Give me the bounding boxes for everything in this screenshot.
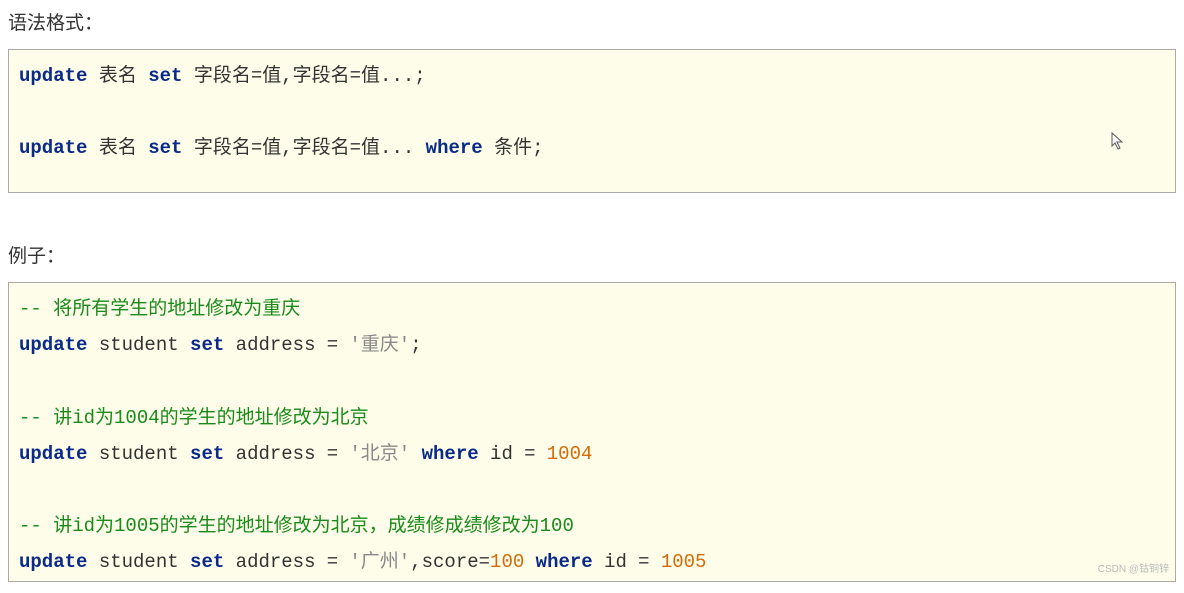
- text: address: [224, 551, 327, 573]
- text: ,score=: [410, 551, 490, 573]
- space: [524, 551, 535, 573]
- watermark: CSDN @钴铜锌: [1098, 560, 1169, 579]
- space: [410, 443, 421, 465]
- text: student: [87, 334, 190, 356]
- equals: =: [327, 334, 338, 355]
- comment-text: 的学生的地址修改为北京: [160, 407, 369, 429]
- text: 字段名=值,字段名=值...: [182, 137, 425, 159]
- text: 字段名=值,字段名=值...;: [182, 65, 425, 87]
- number: 1005: [661, 551, 707, 573]
- heading-example: 例子：: [8, 241, 1176, 268]
- keyword-update: update: [19, 443, 87, 465]
- comment: -- 讲id为1005的学生的地址修改为北京，成绩修成绩修改为100: [19, 515, 574, 537]
- space: [535, 443, 546, 465]
- text: address: [224, 334, 327, 356]
- keyword-update: update: [19, 334, 87, 356]
- equals: =: [524, 443, 535, 464]
- blank-line: [19, 479, 30, 501]
- code-block-example: -- 将所有学生的地址修改为重庆 update student set addr…: [8, 282, 1176, 582]
- keyword-set: set: [148, 137, 182, 159]
- comment-text: -- 讲id为: [19, 407, 114, 429]
- text: 条件;: [483, 137, 544, 159]
- text: student: [87, 443, 190, 465]
- string: '广州': [349, 551, 410, 573]
- semicolon: ;: [410, 334, 421, 356]
- comment-number: 1005: [114, 515, 160, 537]
- keyword-update: update: [19, 65, 87, 87]
- keyword-where: where: [422, 443, 479, 465]
- code-block-syntax: update 表名 set 字段名=值,字段名=值...; update 表名 …: [8, 49, 1176, 193]
- space: [649, 551, 660, 573]
- text: id: [479, 443, 525, 465]
- heading-syntax: 语法格式：: [8, 8, 1176, 35]
- spacer: [8, 193, 1176, 233]
- keyword-set: set: [148, 65, 182, 87]
- text: address: [224, 443, 327, 465]
- keyword-update: update: [19, 137, 87, 159]
- space: [338, 551, 349, 573]
- page: 语法格式： update 表名 set 字段名=值,字段名=值...; upda…: [0, 8, 1184, 590]
- space: [338, 443, 349, 465]
- comment: -- 讲id为1004的学生的地址修改为北京: [19, 407, 369, 429]
- keyword-where: where: [536, 551, 593, 573]
- blank-line: [19, 101, 30, 123]
- keyword-set: set: [190, 443, 224, 465]
- equals: =: [638, 551, 649, 572]
- keyword-where: where: [426, 137, 483, 159]
- text: id: [593, 551, 639, 573]
- keyword-set: set: [190, 334, 224, 356]
- keyword-set: set: [190, 551, 224, 573]
- comment: -- 将所有学生的地址修改为重庆: [19, 298, 300, 320]
- text: 表名: [87, 137, 148, 159]
- space: [338, 334, 349, 356]
- comment-text: -- 讲id为: [19, 515, 114, 537]
- comment-number: 1004: [114, 407, 160, 429]
- comment-text: 的学生的地址修改为北京，成绩修成绩修改为: [160, 515, 540, 537]
- string: '北京': [349, 443, 410, 465]
- equals: =: [327, 443, 338, 464]
- string: '重庆': [349, 334, 410, 356]
- keyword-update: update: [19, 551, 87, 573]
- cursor-icon: [1111, 132, 1125, 150]
- text: student: [87, 551, 190, 573]
- equals: =: [327, 551, 338, 572]
- comment-number: 100: [540, 515, 574, 537]
- text: 表名: [87, 65, 148, 87]
- blank-line: [19, 370, 30, 392]
- number: 1004: [547, 443, 593, 465]
- number: 100: [490, 551, 524, 573]
